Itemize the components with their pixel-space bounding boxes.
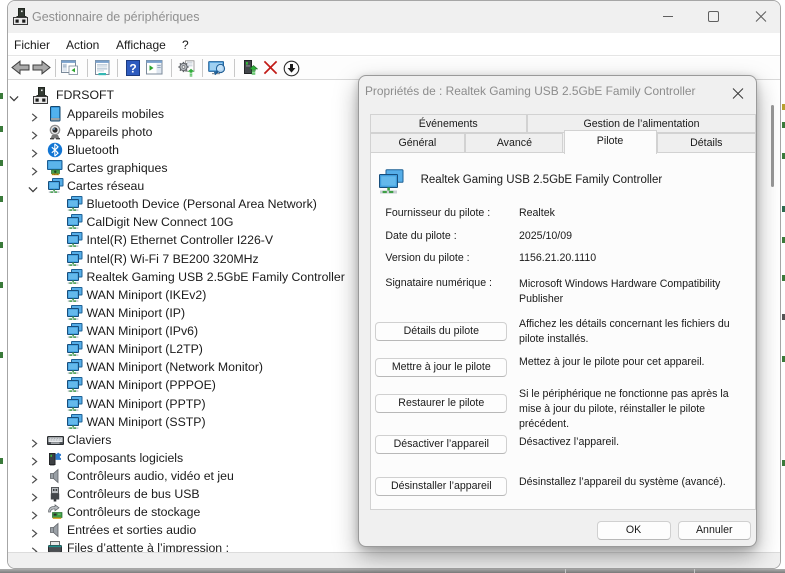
svg-text:?: ? [129, 62, 136, 76]
